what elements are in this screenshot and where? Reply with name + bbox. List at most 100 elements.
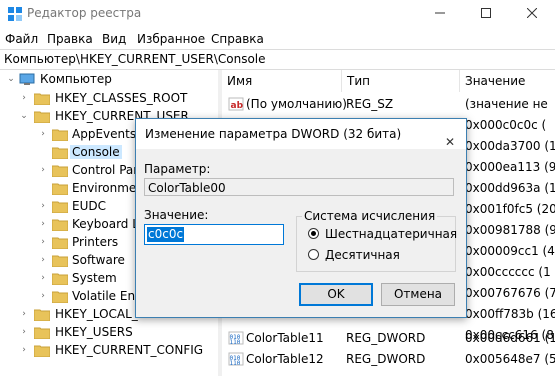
tree-label: Control Pan	[72, 163, 141, 177]
value-data: 0x00ff783b (16	[465, 307, 555, 321]
value-data: 0x00981788 (9	[465, 223, 555, 237]
title-bar: Редактор реестра	[0, 0, 555, 29]
param-name-text: ColorTable00	[148, 181, 226, 195]
cancel-button[interactable]: Отмена	[381, 283, 455, 306]
close-icon	[526, 7, 538, 19]
value-data: 0x000ea113 (9	[465, 160, 555, 174]
svg-text:110: 110	[230, 360, 241, 367]
collapse-arrow-icon[interactable]: ⌄	[6, 74, 16, 84]
radio-checked-icon	[308, 228, 319, 239]
tree-label: HKEY_CURRENT_CONFIG	[55, 343, 204, 357]
tree-node-hkcr[interactable]: › HKEY_CLASSES_ROOT	[0, 90, 218, 108]
tree-label: Printers	[72, 235, 119, 249]
base-group-label: Система исчисления	[302, 209, 438, 223]
radio-hexadecimal[interactable]: Шестнадцатеричная	[308, 227, 458, 243]
radio-decimal[interactable]: Десятичная	[308, 248, 458, 264]
menu-favorites[interactable]: Избранное	[137, 32, 205, 46]
dialog-title-bar: Изменение параметра DWORD (32 бита) ✕	[136, 119, 466, 149]
folder-icon	[52, 201, 68, 213]
value-name: (По умолчанию)	[246, 97, 347, 111]
edit-dword-dialog: Изменение параметра DWORD (32 бита) ✕ Па…	[135, 118, 467, 318]
expand-arrow-icon[interactable]: ›	[38, 219, 48, 229]
folder-icon	[34, 93, 50, 105]
value-data: 0x000c0c0c (	[465, 118, 547, 132]
value-data: 0x001f0fc5 (20	[465, 202, 555, 216]
value-type: REG_DWORD	[346, 331, 426, 345]
tree-node-hku[interactable]: › HKEY_USERS	[0, 324, 218, 342]
value-type: REG_DWORD	[346, 352, 426, 366]
menu-bar: Файл Правка Вид Избранное Справка	[0, 29, 555, 49]
expand-arrow-icon[interactable]: ›	[38, 129, 48, 139]
tree-label: Console	[70, 145, 122, 159]
collapse-arrow-icon[interactable]: ⌄	[19, 111, 29, 121]
folder-icon	[52, 237, 68, 249]
tree-label: HKEY_CLASSES_ROOT	[55, 91, 188, 105]
expand-arrow-icon[interactable]: ›	[19, 309, 29, 319]
computer-icon	[19, 73, 35, 85]
window-title: Редактор реестра	[27, 6, 142, 20]
folder-icon	[52, 183, 68, 195]
close-window-button[interactable]	[509, 0, 555, 29]
value-type: REG_SZ	[346, 97, 394, 111]
column-header-value[interactable]: Значение	[460, 70, 555, 92]
value-data-input[interactable]: c0c0c	[144, 224, 284, 245]
value-data: 0x00dd963a (1	[465, 181, 555, 195]
folder-icon	[52, 129, 68, 141]
ok-button[interactable]: OK	[299, 283, 373, 306]
menu-file[interactable]: Файл	[5, 32, 38, 46]
address-bar[interactable]: Компьютер\HKEY_CURRENT_USER\Console	[0, 49, 555, 70]
dialog-close-button[interactable]: ✕	[436, 119, 466, 149]
column-header-name[interactable]: Имя	[222, 70, 342, 92]
expand-arrow-icon[interactable]: ›	[19, 93, 29, 103]
expand-arrow-icon[interactable]: ›	[19, 345, 29, 355]
folder-open-icon	[34, 111, 50, 123]
expand-arrow-icon[interactable]: ›	[38, 237, 48, 247]
binary-value-icon: 010110	[228, 331, 244, 346]
expand-arrow-icon[interactable]: ›	[19, 327, 29, 337]
value-data: 0x00009cc1 (4	[465, 244, 555, 258]
tree-node-hkcc[interactable]: › HKEY_CURRENT_CONFIG	[0, 342, 218, 360]
folder-icon	[52, 147, 68, 159]
svg-text:110: 110	[230, 339, 241, 346]
minimize-button[interactable]	[417, 0, 463, 29]
list-row-colortable12[interactable]: 010 110 ColorTable12 REG_DWORD 0x005648e7…	[222, 346, 555, 367]
tree-label: System	[72, 271, 117, 285]
expand-arrow-icon[interactable]: ›	[38, 201, 48, 211]
menu-help[interactable]: Справка	[211, 32, 264, 46]
value-data: 0x005648e7 (5	[465, 352, 555, 366]
folder-icon	[52, 165, 68, 177]
value-data: 0x00cccccc (1	[465, 265, 551, 279]
column-header-label: Имя	[227, 74, 253, 88]
expand-arrow-icon[interactable]: ›	[38, 273, 48, 283]
regedit-app-icon	[8, 7, 22, 21]
column-header-type[interactable]: Тип	[342, 70, 460, 92]
radio-label: Десятичная	[325, 248, 400, 262]
tree-label: EUDC	[72, 199, 106, 213]
address-path: Компьютер\HKEY_CURRENT_USER\Console	[4, 52, 266, 66]
cancel-button-label: Отмена	[393, 287, 443, 301]
menu-view[interactable]: Вид	[102, 32, 126, 46]
folder-icon	[52, 255, 68, 267]
expand-arrow-icon[interactable]: ›	[38, 255, 48, 265]
string-value-icon: ab	[228, 97, 244, 111]
expand-arrow-icon[interactable]: ›	[38, 291, 48, 301]
radio-label: Шестнадцатеричная	[325, 227, 458, 241]
minimize-icon	[435, 12, 445, 14]
menu-edit[interactable]: Правка	[47, 32, 93, 46]
column-header-label: Тип	[347, 74, 370, 88]
tree-label: Software	[72, 253, 125, 267]
value-name: ColorTable12	[246, 352, 324, 366]
value-data: 0x00767676 (7	[465, 286, 555, 300]
maximize-button[interactable]	[463, 0, 509, 29]
folder-icon	[52, 219, 68, 231]
folder-icon	[52, 291, 68, 303]
tree-node-computer[interactable]: ⌄ Компьютер	[0, 71, 218, 89]
folder-icon	[34, 345, 50, 357]
value-data: (значение не	[465, 97, 548, 111]
expand-arrow-icon[interactable]: ›	[38, 165, 48, 175]
folder-icon	[52, 273, 68, 285]
list-row-default[interactable]: ab (По умолчанию) REG_SZ (значение не	[222, 94, 555, 115]
ok-button-label: OK	[327, 287, 345, 301]
list-row-colortable11[interactable]: 010 110 ColorTable11 REG_DWORD 0x00d6d661…	[222, 325, 555, 346]
maximize-icon	[481, 8, 491, 18]
